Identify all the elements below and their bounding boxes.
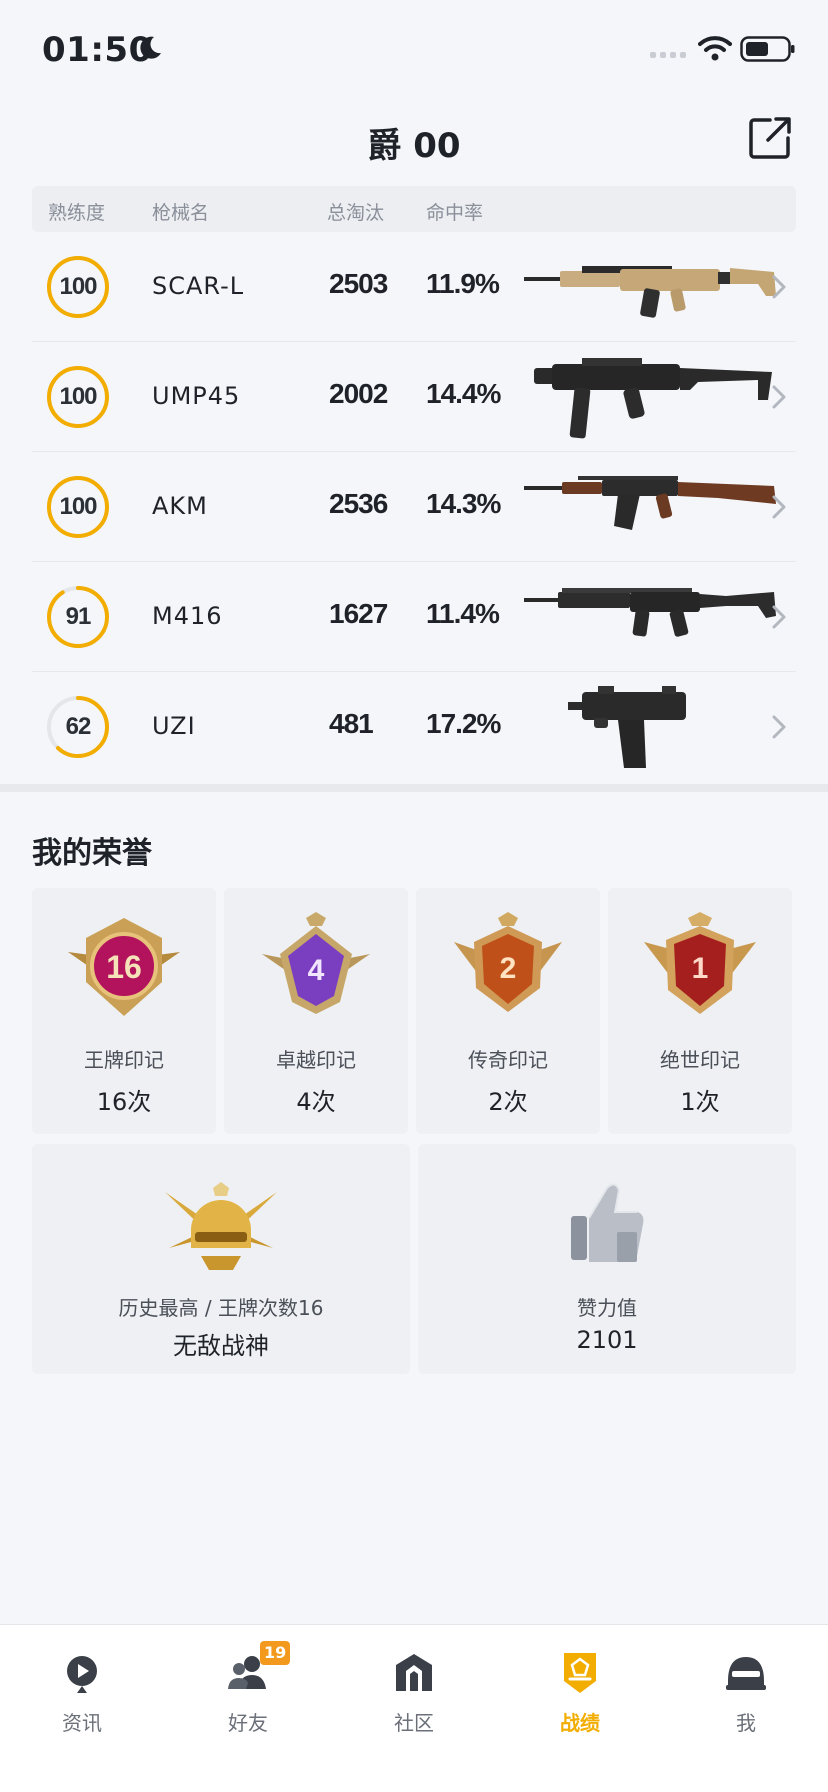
tab-label: 好友 (228, 1711, 268, 1735)
column-kills: 总淘汰 (327, 202, 385, 224)
ump45-smg-image (534, 358, 772, 439)
badge-count: 2次 (488, 1088, 528, 1116)
history-highest-card[interactable]: 历史最高 / 王牌次数16 无敌战神 (32, 1144, 410, 1374)
weapon-row-scar-l[interactable]: 100 SCAR-L 2503 11.9% (32, 232, 796, 342)
badge-card-ace[interactable]: 16 王牌印记 16次 (32, 888, 216, 1134)
chevron-right-icon[interactable] (770, 712, 788, 742)
weapon-row-akm[interactable]: 100 AKM 2536 14.3% (32, 452, 796, 562)
honors-title: 我的荣誉 (32, 836, 152, 871)
community-icon (396, 1654, 432, 1691)
badge-card-legend[interactable]: 2 传奇印记 2次 (416, 888, 600, 1134)
weapon-name: AKM (152, 492, 208, 520)
thumbs-up-icon (571, 1183, 644, 1262)
scar-l-rifle-image (524, 266, 776, 318)
weapon-row-ump45[interactable]: 100 UMP45 2002 14.4% (32, 342, 796, 452)
signal-icon (650, 52, 686, 58)
chevron-right-icon[interactable] (770, 272, 788, 302)
record-icon (564, 1653, 596, 1693)
column-hit-rate: 命中率 (426, 202, 484, 224)
proficiency-value: 100 (59, 273, 97, 300)
svg-text:4: 4 (308, 954, 325, 987)
likes-card[interactable]: 赞力值 2101 (418, 1144, 796, 1374)
badge-label: 王牌印记 (84, 1048, 164, 1072)
weapon-kills: 2536 (329, 488, 388, 519)
tab-label: 我 (736, 1711, 756, 1735)
weapon-hit-rate: 14.3% (426, 488, 501, 519)
weapon-kills: 2503 (329, 268, 388, 299)
status-bar: 01:50 (0, 0, 828, 100)
badge-label: 绝世印记 (660, 1048, 740, 1072)
history-value: 无敌战神 (173, 1332, 269, 1360)
news-icon (67, 1656, 97, 1693)
weapon-name: UZI (152, 712, 196, 740)
tab-friends[interactable]: 19 好友 (198, 1641, 298, 1741)
peerless-emblem-icon: 1 (644, 912, 756, 1014)
weapon-kills: 1627 (329, 598, 388, 629)
badge-count: 4次 (296, 1088, 336, 1116)
weapon-row-uzi[interactable]: 62 UZI 481 17.2% (32, 672, 796, 782)
badge-count: 1次 (680, 1088, 720, 1116)
history-label: 历史最高 / 王牌次数16 (118, 1296, 324, 1320)
tab-news[interactable]: 资讯 (32, 1641, 132, 1741)
weapon-kills: 481 (329, 708, 374, 739)
akm-rifle-image (524, 476, 776, 530)
friends-count-badge: 19 (260, 1641, 291, 1665)
tab-me[interactable]: 我 (696, 1641, 796, 1741)
weapon-kills: 2002 (329, 378, 388, 409)
weapon-name: M416 (152, 602, 223, 630)
badge-label: 卓越印记 (276, 1048, 356, 1072)
page-title: 爵 00 (367, 126, 461, 166)
badge-count: 16次 (96, 1088, 152, 1116)
excellence-emblem-icon: 4 (262, 912, 370, 1014)
weapon-hit-rate: 17.2% (426, 708, 501, 739)
proficiency-value: 91 (65, 603, 92, 630)
column-weapon-name: 枪械名 (152, 202, 210, 224)
badge-card-excellence[interactable]: 4 卓越印记 4次 (224, 888, 408, 1134)
column-proficiency: 熟练度 (48, 202, 106, 224)
likes-label: 赞力值 (577, 1296, 637, 1320)
tab-label: 社区 (394, 1711, 434, 1735)
legend-emblem-icon: 2 (454, 912, 562, 1012)
weapon-hit-rate: 11.4% (426, 598, 500, 629)
likes-value: 2101 (576, 1326, 638, 1354)
battery-icon (740, 36, 795, 62)
weapon-hit-rate: 11.9% (426, 268, 500, 299)
weapon-list: 100 SCAR-L 2503 11.9% 100 UMP45 2002 14.… (32, 232, 796, 782)
proficiency-value: 100 (59, 383, 97, 410)
proficiency-value: 100 (59, 493, 97, 520)
m416-rifle-image (524, 588, 776, 637)
chevron-right-icon[interactable] (770, 382, 788, 412)
moon-icon (140, 36, 161, 59)
chevron-right-icon[interactable] (770, 602, 788, 632)
chevron-right-icon[interactable] (770, 492, 788, 522)
weapon-hit-rate: 14.4% (426, 378, 501, 409)
weapon-row-m416[interactable]: 91 M416 1627 11.4% (32, 562, 796, 672)
tab-label: 战绩 (560, 1711, 600, 1735)
uzi-smg-image (568, 686, 686, 768)
helmet-icon (726, 1657, 766, 1690)
weapon-name: UMP45 (152, 382, 241, 410)
svg-text:16: 16 (106, 949, 142, 985)
share-button[interactable] (746, 114, 794, 162)
weapon-table-header: 熟练度 枪械名 总淘汰 命中率 (32, 186, 796, 232)
proficiency-value: 62 (65, 713, 92, 740)
section-divider (0, 784, 828, 792)
tab-label: 资讯 (62, 1711, 102, 1735)
wifi-icon (698, 36, 732, 61)
tab-community[interactable]: 社区 (364, 1641, 464, 1741)
bottom-tab-bar: 资讯 19 好友 社区 战绩 我 (0, 1624, 828, 1792)
badge-card-peerless[interactable]: 1 绝世印记 1次 (608, 888, 792, 1134)
badge-label: 传奇印记 (468, 1048, 548, 1072)
svg-text:2: 2 (500, 952, 517, 985)
weapon-name: SCAR-L (152, 272, 245, 300)
tab-record[interactable]: 战绩 (530, 1641, 630, 1741)
svg-text:1: 1 (692, 952, 709, 985)
ace-emblem-icon: 16 (68, 918, 180, 1016)
golden-helmet-emblem-icon (165, 1182, 277, 1270)
